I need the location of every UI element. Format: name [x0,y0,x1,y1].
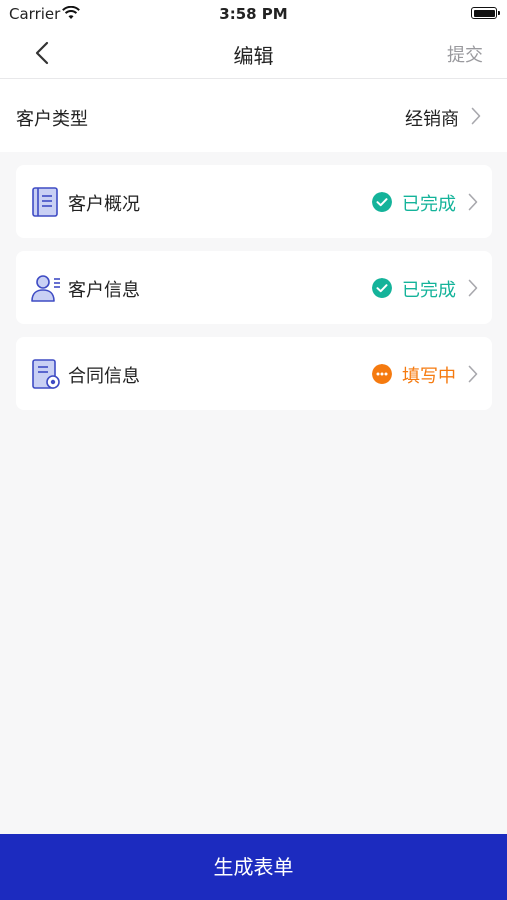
customer-type-row[interactable]: 客户类型 经销商 [0,79,507,152]
card-label: 客户信息 [68,280,140,301]
status-text: 已完成 [402,194,456,215]
customer-type-label: 客户类型 [16,109,88,130]
check-circle-icon [372,278,392,298]
card-customer-overview[interactable]: 客户概况 已完成 [16,165,492,238]
card-label: 合同信息 [68,366,140,387]
check-circle-icon [372,192,392,212]
submit-button[interactable]: 提交 [447,41,483,67]
status-bar: Carrier 3:58 PM [0,0,507,28]
status-text: 填写中 [402,366,456,387]
contract-icon [32,359,60,389]
chevron-right-icon [471,107,481,125]
navigation-bar: 编辑 提交 [0,28,507,79]
customer-type-value: 经销商 [405,109,459,130]
card-label: 客户概况 [68,194,140,215]
chevron-right-icon [468,279,478,297]
status-time: 3:58 PM [219,5,288,23]
document-icon [32,187,58,217]
user-profile-icon [31,275,60,302]
more-dots-circle-icon [372,364,392,384]
generate-form-button[interactable]: 生成表单 [0,834,507,900]
battery-icon [471,7,500,19]
page-title: 编辑 [233,44,274,68]
chevron-right-icon [468,193,478,211]
status-text: 已完成 [402,280,456,301]
card-contract-info[interactable]: 合同信息 填写中 [16,337,492,410]
chevron-right-icon [468,365,478,383]
card-customer-info[interactable]: 客户信息 已完成 [16,251,492,324]
